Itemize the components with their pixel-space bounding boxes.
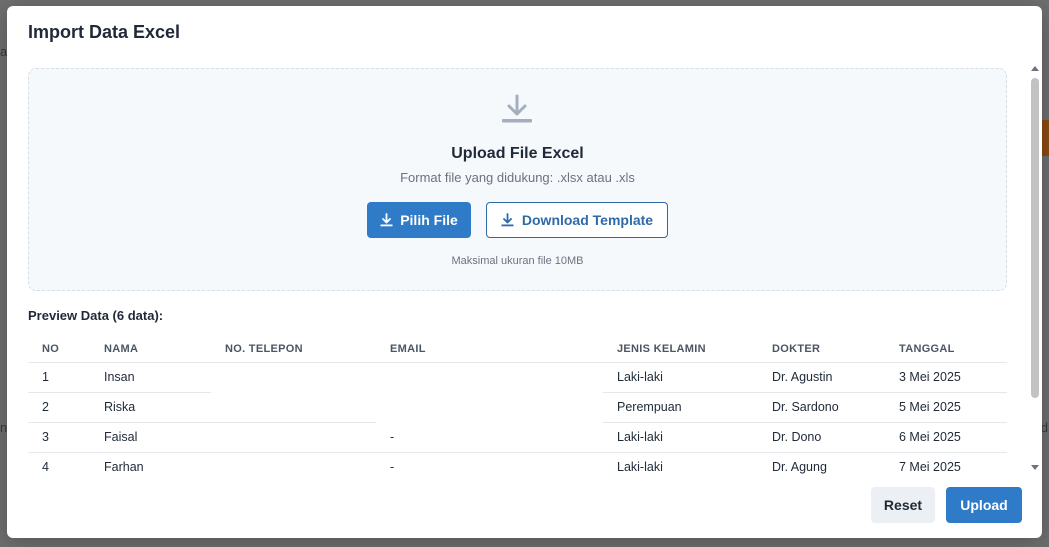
scrollbar-thumb[interactable] [1031, 78, 1039, 398]
table-cell [211, 452, 376, 478]
table-cell: Dr. Dono [758, 422, 885, 453]
table-cell: Laki-laki [603, 452, 758, 478]
scroll-down-arrow-icon[interactable] [1031, 465, 1039, 470]
table-cell: 2 [28, 392, 90, 423]
upload-button[interactable]: Upload [946, 487, 1022, 523]
table-cell: 1 [28, 362, 90, 393]
download-template-button[interactable]: Download Template [486, 202, 668, 238]
preview-title: Preview Data (6 data): [28, 308, 164, 323]
import-modal: Import Data Excel Upload File Excel Form… [7, 6, 1042, 538]
column-header: NAMA [90, 336, 211, 363]
column-header: NO [28, 336, 90, 363]
dropzone-subtitle: Format file yang didukung: .xlsx atau .x… [400, 170, 635, 185]
upload-dropzone[interactable]: Upload File Excel Format file yang diduk… [28, 68, 1007, 291]
modal-title: Import Data Excel [28, 22, 181, 42]
table-cell [376, 362, 603, 392]
table-cell: Faisal [90, 422, 211, 453]
table-cell [211, 392, 376, 423]
column-header: NO. TELEPON [211, 336, 376, 363]
table-cell: Insan [90, 362, 211, 393]
table-cell: 4 [28, 452, 90, 478]
table-cell: Laki-laki [603, 422, 758, 453]
download-template-label: Download Template [521, 212, 654, 228]
table-cell: Dr. Agung [758, 452, 885, 478]
table-row: 4 Farhan - Laki-laki Dr. Agung 7 Mei 202… [28, 452, 1007, 478]
table-row: 3 Faisal - Laki-laki Dr. Dono 6 Mei 2025 [28, 422, 1007, 453]
download-icon [380, 213, 393, 227]
table-cell [211, 362, 376, 392]
choose-file-button[interactable]: Pilih File [367, 202, 471, 238]
table-cell: Farhan [90, 452, 211, 478]
table-cell: Riska [90, 392, 211, 423]
table-cell: Dr. Sardono [758, 392, 885, 423]
table-cell [376, 392, 603, 422]
table-cell: Laki-laki [603, 362, 758, 393]
download-icon [502, 94, 532, 123]
background-accent [1041, 120, 1049, 156]
table-row: 2 Riska Perempuan Dr. Sardono 5 Mei 2025 [28, 392, 1007, 423]
modal-body[interactable]: Upload File Excel Format file yang diduk… [28, 68, 1008, 478]
table-cell [211, 422, 376, 453]
table-cell: - [376, 422, 603, 453]
file-size-note: Maksimal ukuran file 10MB [451, 255, 584, 267]
table-row: 1 Insan Laki-laki Dr. Agustin 3 Mei 2025 [28, 362, 1007, 393]
table-cell: 6 Mei 2025 [885, 422, 1007, 453]
dropzone-title: Upload File Excel [451, 145, 584, 162]
table-cell: 3 Mei 2025 [885, 362, 1007, 393]
table-cell: 7 Mei 2025 [885, 452, 1007, 478]
reset-button[interactable]: Reset [871, 487, 935, 523]
column-header: JENIS KELAMIN [603, 336, 758, 363]
choose-file-label: Pilih File [400, 212, 458, 228]
table-header-row: NO NAMA NO. TELEPON EMAIL JENIS KELAMIN … [28, 336, 1007, 363]
column-header: TANGGAL [885, 336, 1007, 363]
table-cell: Perempuan [603, 392, 758, 423]
preview-table: NO NAMA NO. TELEPON EMAIL JENIS KELAMIN … [28, 336, 1007, 478]
table-cell: 5 Mei 2025 [885, 392, 1007, 423]
table-cell: 3 [28, 422, 90, 453]
column-header: DOKTER [758, 336, 885, 363]
download-icon [501, 213, 514, 227]
modal-scrollbar[interactable] [1029, 64, 1041, 472]
table-cell: Dr. Agustin [758, 362, 885, 393]
scroll-up-arrow-icon[interactable] [1031, 66, 1039, 71]
table-cell: - [376, 452, 603, 478]
column-header: EMAIL [376, 336, 603, 363]
